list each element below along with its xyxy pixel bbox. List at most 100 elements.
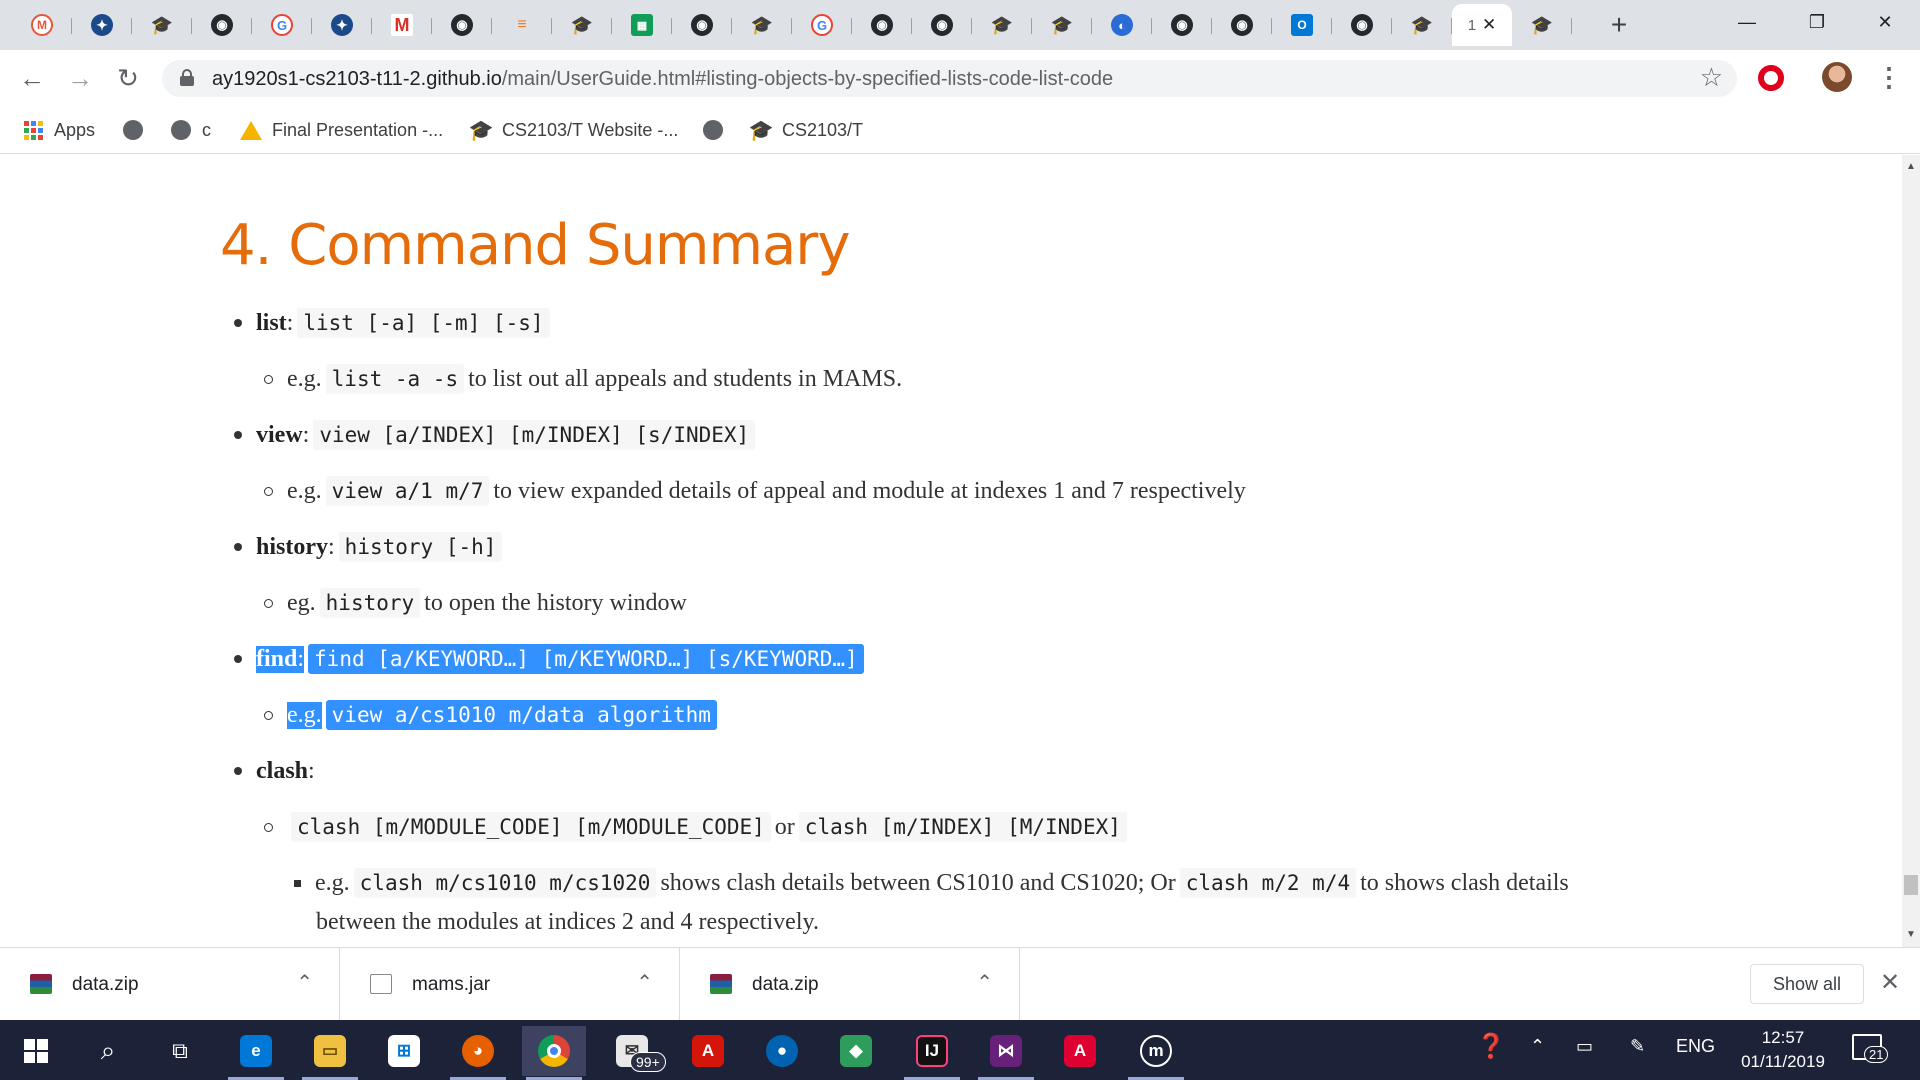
angular-icon[interactable]: A [1048, 1026, 1112, 1076]
language-indicator[interactable]: ENG [1676, 1036, 1715, 1057]
intellij-icon[interactable]: IJ [900, 1026, 964, 1080]
browser-tab[interactable]: ◉ [432, 4, 492, 46]
windows-logo-icon [24, 1039, 48, 1063]
bookmark-c[interactable]: c [170, 116, 211, 144]
browser-tab[interactable]: ✦ [72, 4, 132, 46]
graduation-cap-icon: 🎓 [750, 14, 774, 35]
firefox-icon[interactable]: ◕ [446, 1026, 510, 1080]
browser-tab[interactable]: ◉ [1212, 4, 1272, 46]
bookmark-star-icon[interactable]: ☆ [1700, 62, 1723, 93]
browser-tab[interactable]: ◐ [1092, 4, 1152, 46]
browser-tab[interactable]: G [792, 4, 852, 46]
reload-button[interactable]: ↻ [108, 58, 148, 98]
browser-tab[interactable]: 🎓 [552, 4, 612, 46]
browser-tab[interactable]: ◉ [852, 4, 912, 46]
show-all-button[interactable]: Show all [1750, 964, 1864, 1004]
store-icon[interactable]: ⊞ [372, 1026, 436, 1076]
mail-icon[interactable]: ✉ 99+ [600, 1026, 666, 1076]
command-name: list [256, 309, 287, 336]
memrise-icon: M [31, 14, 53, 36]
browser-tab[interactable]: 🎓 [1032, 4, 1092, 46]
browser-tab[interactable]: 🎓 [972, 4, 1032, 46]
browser-tab[interactable]: 🎓 [1392, 4, 1452, 46]
download-item[interactable]: data.zip ⌃ [0, 948, 340, 1021]
minimize-button[interactable]: — [1714, 0, 1780, 44]
start-button[interactable] [4, 1026, 68, 1076]
show-hidden-icons-chevron-up-icon[interactable]: ⌃ [1530, 1036, 1545, 1057]
chevron-up-icon[interactable]: ⌃ [636, 970, 653, 995]
bookmark-final-presentation[interactable]: Final Presentation -... [240, 116, 443, 144]
clock-date: 01/11/2019 [1741, 1052, 1825, 1071]
graduation-cap-icon: 🎓 [990, 14, 1014, 35]
browser-tab[interactable]: ◉ [912, 4, 972, 46]
browser-tab[interactable]: ◉ [192, 4, 252, 46]
page-scrollbar[interactable]: ▲ ▼ [1902, 155, 1920, 947]
browser-tab[interactable]: ✦ [312, 4, 372, 46]
acrobat-icon[interactable]: A [676, 1026, 740, 1076]
restore-button[interactable]: ❐ [1784, 0, 1850, 44]
scroll-up-icon[interactable]: ▲ [1906, 161, 1916, 172]
drive-icon [240, 119, 262, 141]
brand-icon: ✦ [331, 14, 353, 36]
back-button[interactable]: ← [12, 58, 52, 98]
address-bar[interactable]: ay1920s1-cs2103-t11-2.github.io/main/Use… [162, 60, 1737, 97]
browser-tab[interactable]: ≡ [492, 4, 552, 46]
bookmark-cs2103-website[interactable]: 🎓 CS2103/T Website -... [468, 116, 679, 144]
profile-avatar[interactable] [1822, 62, 1852, 92]
download-item[interactable]: mams.jar ⌃ [340, 948, 680, 1021]
task-view-icon[interactable]: ⧉ [148, 1026, 212, 1076]
loading-icon: ◐ [1111, 14, 1133, 36]
maps-icon[interactable]: ● [750, 1026, 814, 1076]
example-code: clash m/cs1010 m/cs1020 [353, 868, 657, 898]
browser-tab[interactable]: ◉ [1332, 4, 1392, 46]
browser-tab[interactable]: M [12, 4, 72, 46]
gitkraken-icon[interactable]: ◆ [824, 1026, 888, 1076]
browser-tab[interactable]: O [1272, 4, 1332, 46]
bookmark-globe-2[interactable] [702, 116, 734, 144]
browser-tab[interactable]: 🎓 [132, 4, 192, 46]
browser-tab[interactable]: ▦ [612, 4, 672, 46]
download-item[interactable]: data.zip ⌃ [680, 948, 1020, 1021]
help-icon[interactable]: ❓ [1476, 1032, 1506, 1061]
browser-menu-icon[interactable]: ⋮ [1876, 62, 1902, 93]
url-text[interactable]: ay1920s1-cs2103-t11-2.github.io/main/Use… [212, 68, 1113, 91]
close-shelf-icon[interactable]: ✕ [1880, 968, 1900, 997]
search-icon[interactable]: ⌕ [76, 1026, 140, 1076]
forward-button[interactable]: → [60, 58, 100, 98]
google-icon: G [271, 14, 293, 36]
close-window-button[interactable]: ✕ [1852, 0, 1918, 44]
chevron-up-icon[interactable]: ⌃ [296, 970, 313, 995]
file-explorer-icon[interactable]: ▭ [298, 1026, 362, 1080]
mattermost-icon[interactable]: m [1124, 1026, 1188, 1080]
scrollbar-thumb[interactable] [1904, 875, 1918, 895]
list-item-find: find : find [a/KEYWORD…] [m/KEYWORD…] [s… [234, 641, 868, 677]
browser-tab[interactable]: 🎓 [732, 4, 792, 46]
active-tab[interactable]: 1 ✕ [1452, 4, 1512, 46]
edge-icon[interactable]: e [224, 1026, 288, 1080]
bookmark-globe-1[interactable] [122, 116, 154, 144]
chrome-icon[interactable] [522, 1026, 586, 1080]
battery-icon[interactable]: ▭ [1576, 1036, 1593, 1057]
new-tab-button[interactable]: + [1602, 8, 1636, 42]
example-prefix: e.g. [287, 365, 322, 392]
chevron-up-icon[interactable]: ⌃ [976, 970, 993, 995]
clock[interactable]: 12:57 01/11/2019 [1728, 1026, 1838, 1074]
github-icon: ◉ [1171, 14, 1193, 36]
browser-tab[interactable]: G [252, 4, 312, 46]
graduation-cap-icon: 🎓 [468, 119, 494, 142]
scroll-down-icon[interactable]: ▼ [1906, 929, 1916, 940]
browser-tab[interactable]: M [372, 4, 432, 46]
bookmark-apps[interactable]: Apps [22, 116, 95, 144]
lock-icon[interactable] [180, 69, 194, 87]
browser-tab[interactable]: ◉ [1152, 4, 1212, 46]
browser-tab[interactable]: ◉ [672, 4, 732, 46]
bookmark-cs2103t[interactable]: 🎓 CS2103/T [749, 116, 864, 144]
download-filename: data.zip [752, 974, 819, 995]
opera-extension-icon[interactable] [1758, 65, 1784, 91]
browser-tab[interactable]: 🎓 [1512, 4, 1572, 46]
colon: : [297, 645, 305, 673]
pen-icon[interactable]: ✎ [1630, 1036, 1645, 1057]
close-tab-icon[interactable]: ✕ [1482, 15, 1496, 35]
bullet-icon [234, 431, 242, 439]
visual-studio-icon[interactable]: ⋈ [974, 1026, 1038, 1080]
